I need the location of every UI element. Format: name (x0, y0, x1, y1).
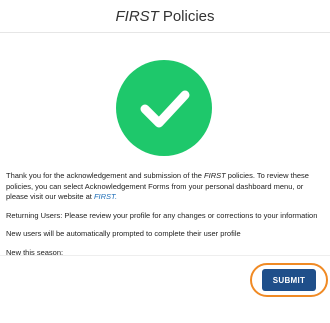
checkmark-circle-icon (116, 60, 212, 156)
title-first: FIRST (115, 7, 159, 25)
title-policies: Policies (162, 7, 215, 25)
thank-you-text-a: Thank you for the acknowledgement and su… (6, 171, 205, 180)
new-this-season-paragraph: New this season: (6, 247, 64, 257)
new-users-paragraph: New users will be automatically prompted… (6, 229, 241, 238)
thank-you-first: FIRST (204, 171, 226, 180)
policies-page: FIRST Policies Thank you for the acknowl… (0, 0, 330, 323)
acknowledgement-message: Thank you for the acknowledgement and su… (6, 171, 324, 266)
first-website-link[interactable]: FIRST. (94, 192, 117, 201)
footer-divider (0, 255, 330, 256)
submit-button[interactable]: SUBMIT (262, 269, 316, 291)
checkmark-icon (140, 90, 190, 128)
page-title: FIRST Policies (0, 0, 330, 32)
submit-area: SUBMIT (250, 263, 330, 299)
header-divider (0, 32, 330, 33)
thank-you-paragraph: Thank you for the acknowledgement and su… (6, 171, 324, 203)
returning-users-paragraph: Returning Users: Please review your prof… (6, 210, 318, 220)
